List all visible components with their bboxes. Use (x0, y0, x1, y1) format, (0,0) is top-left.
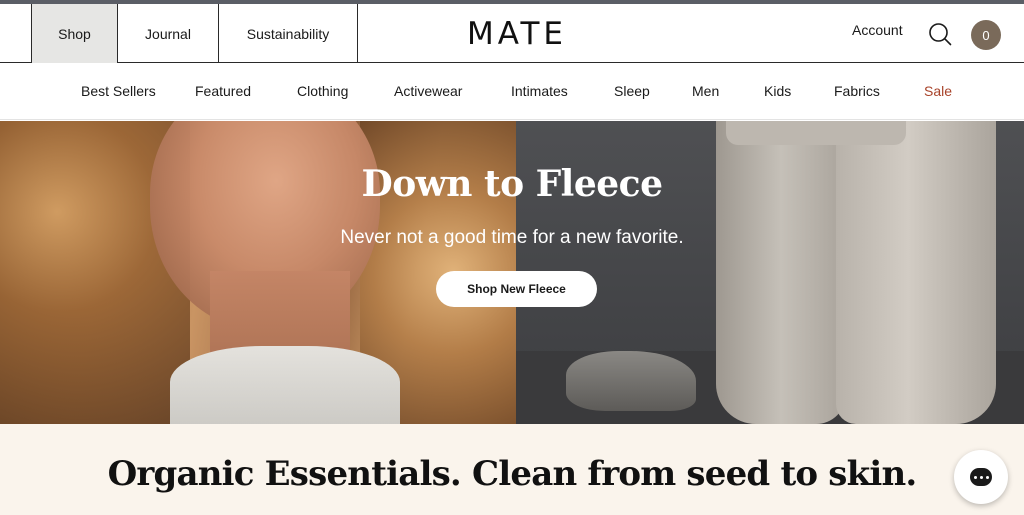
search-icon[interactable] (928, 22, 952, 46)
tab-sustainability[interactable]: Sustainability (219, 4, 358, 63)
tab-shop[interactable]: Shop (31, 4, 118, 63)
account-link[interactable]: Account (852, 22, 903, 44)
site-header: Shop Journal Sustainability MATE Account… (0, 4, 1024, 63)
hero-title: Down to Fleece (361, 163, 663, 205)
brand-logo[interactable]: MATE (452, 12, 582, 56)
nav-item-clothing[interactable]: Clothing (297, 83, 348, 99)
nav-item-featured[interactable]: Featured (195, 83, 251, 99)
nav-item-best-sellers[interactable]: Best Sellers (81, 83, 156, 99)
nav-item-sale[interactable]: Sale (924, 83, 952, 99)
hero-banner: Down to Fleece Never not a good time for… (0, 121, 1024, 424)
tab-journal[interactable]: Journal (118, 4, 219, 63)
nav-item-intimates[interactable]: Intimates (511, 83, 568, 99)
shop-new-fleece-button[interactable]: Shop New Fleece (436, 271, 597, 307)
hero-subtitle: Never not a good time for a new favorite… (340, 227, 684, 248)
nav-item-sleep[interactable]: Sleep (614, 83, 650, 99)
tagline-section: Organic Essentials. Clean from seed to s… (0, 424, 1024, 515)
nav-item-kids[interactable]: Kids (764, 83, 791, 99)
nav-item-activewear[interactable]: Activewear (394, 83, 462, 99)
nav-item-fabrics[interactable]: Fabrics (834, 83, 880, 99)
hero-content: Down to Fleece Never not a good time for… (0, 121, 1024, 424)
cart-button[interactable]: 0 (971, 20, 1001, 50)
chat-button[interactable] (954, 450, 1008, 504)
cart-count: 0 (982, 27, 990, 43)
chat-icon (970, 468, 992, 486)
main-nav: Best Sellers Featured Clothing Activewea… (0, 63, 1024, 120)
nav-item-men[interactable]: Men (692, 83, 719, 99)
tagline-heading: Organic Essentials. Clean from seed to s… (107, 454, 918, 494)
